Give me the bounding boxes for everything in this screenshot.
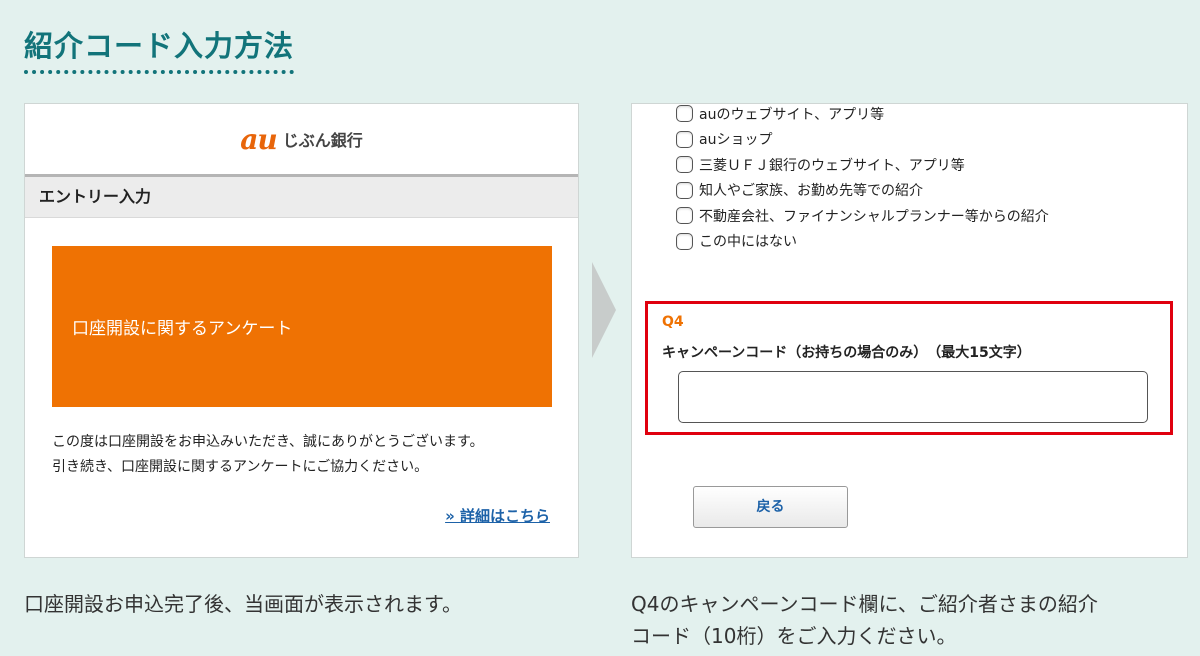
option-label: auショップ xyxy=(699,132,773,149)
bank-header: au じぶん銀行 xyxy=(25,104,578,177)
back-button[interactable]: 戻る xyxy=(693,486,848,528)
entry-title: エントリー入力 xyxy=(25,177,578,218)
checkbox[interactable] xyxy=(676,156,693,174)
au-logo: au xyxy=(240,122,277,156)
option-item[interactable]: auのウェブサイト、アプリ等 xyxy=(676,104,1049,127)
survey-form-panel: auのウェブサイト、アプリ等 auショップ 三菱ＵＦＪ銀行のウェブサイト、アプリ… xyxy=(631,103,1188,558)
arrow-right-icon xyxy=(592,262,616,358)
option-label: 知人やご家族、お勤め先等での紹介 xyxy=(699,183,923,200)
option-label: この中にはない xyxy=(699,234,797,251)
caption-right-line-1: Q4のキャンペーンコード欄に、ご紹介者さまの紹介 xyxy=(631,592,1098,616)
survey-banner: 口座開設に関するアンケート xyxy=(52,246,552,407)
intro-line-2: 引き続き、口座開設に関するアンケートにご協力ください。 xyxy=(52,459,429,475)
caption-right: Q4のキャンペーンコード欄に、ご紹介者さまの紹介 コード（10桁）をご入力くださ… xyxy=(631,588,1191,652)
option-label: 不動産会社、ファイナンシャルプランナー等からの紹介 xyxy=(699,208,1049,225)
option-item[interactable]: この中にはない xyxy=(676,229,1049,255)
q4-question: キャンペーンコード（お持ちの場合のみ） （最大15文字） xyxy=(662,345,1031,361)
checkbox[interactable] xyxy=(676,130,693,148)
referral-source-options: auのウェブサイト、アプリ等 auショップ 三菱ＵＦＪ銀行のウェブサイト、アプリ… xyxy=(676,104,1049,255)
option-item[interactable]: auショップ xyxy=(676,127,1049,153)
option-item[interactable]: 不動産会社、ファイナンシャルプランナー等からの紹介 xyxy=(676,203,1049,229)
entry-screen-panel: au じぶん銀行 エントリー入力 口座開設に関するアンケート この度は口座開設を… xyxy=(24,103,579,558)
intro-line-1: この度は口座開設をお申込みいただき、誠にありがとうございます。 xyxy=(52,434,484,450)
option-item[interactable]: 知人やご家族、お勤め先等での紹介 xyxy=(676,178,1049,204)
caption-left: 口座開設お申込完了後、当画面が表示されます。 xyxy=(24,592,462,616)
checkbox[interactable] xyxy=(676,105,693,123)
section-title: 紹介コード入力方法 xyxy=(24,28,295,74)
checkbox[interactable] xyxy=(676,232,693,250)
details-link[interactable]: » 詳細はこちら xyxy=(445,505,550,526)
intro-text: この度は口座開設をお申込みいただき、誠にありがとうございます。 引き続き、口座開… xyxy=(52,430,562,480)
campaign-code-highlight: Q4 キャンペーンコード（お持ちの場合のみ） （最大15文字） xyxy=(645,301,1173,435)
bank-name: じぶん銀行 xyxy=(282,131,363,150)
q4-label: Q4 xyxy=(662,314,684,330)
option-label: 三菱ＵＦＪ銀行のウェブサイト、アプリ等 xyxy=(699,157,965,174)
option-label: auのウェブサイト、アプリ等 xyxy=(699,106,885,123)
option-item[interactable]: 三菱ＵＦＪ銀行のウェブサイト、アプリ等 xyxy=(676,152,1049,178)
checkbox[interactable] xyxy=(676,207,693,225)
survey-banner-text: 口座開設に関するアンケート xyxy=(72,319,293,339)
caption-right-line-2: コード（10桁）をご入力ください。 xyxy=(631,624,957,648)
campaign-code-input[interactable] xyxy=(678,371,1148,423)
checkbox[interactable] xyxy=(676,181,693,199)
